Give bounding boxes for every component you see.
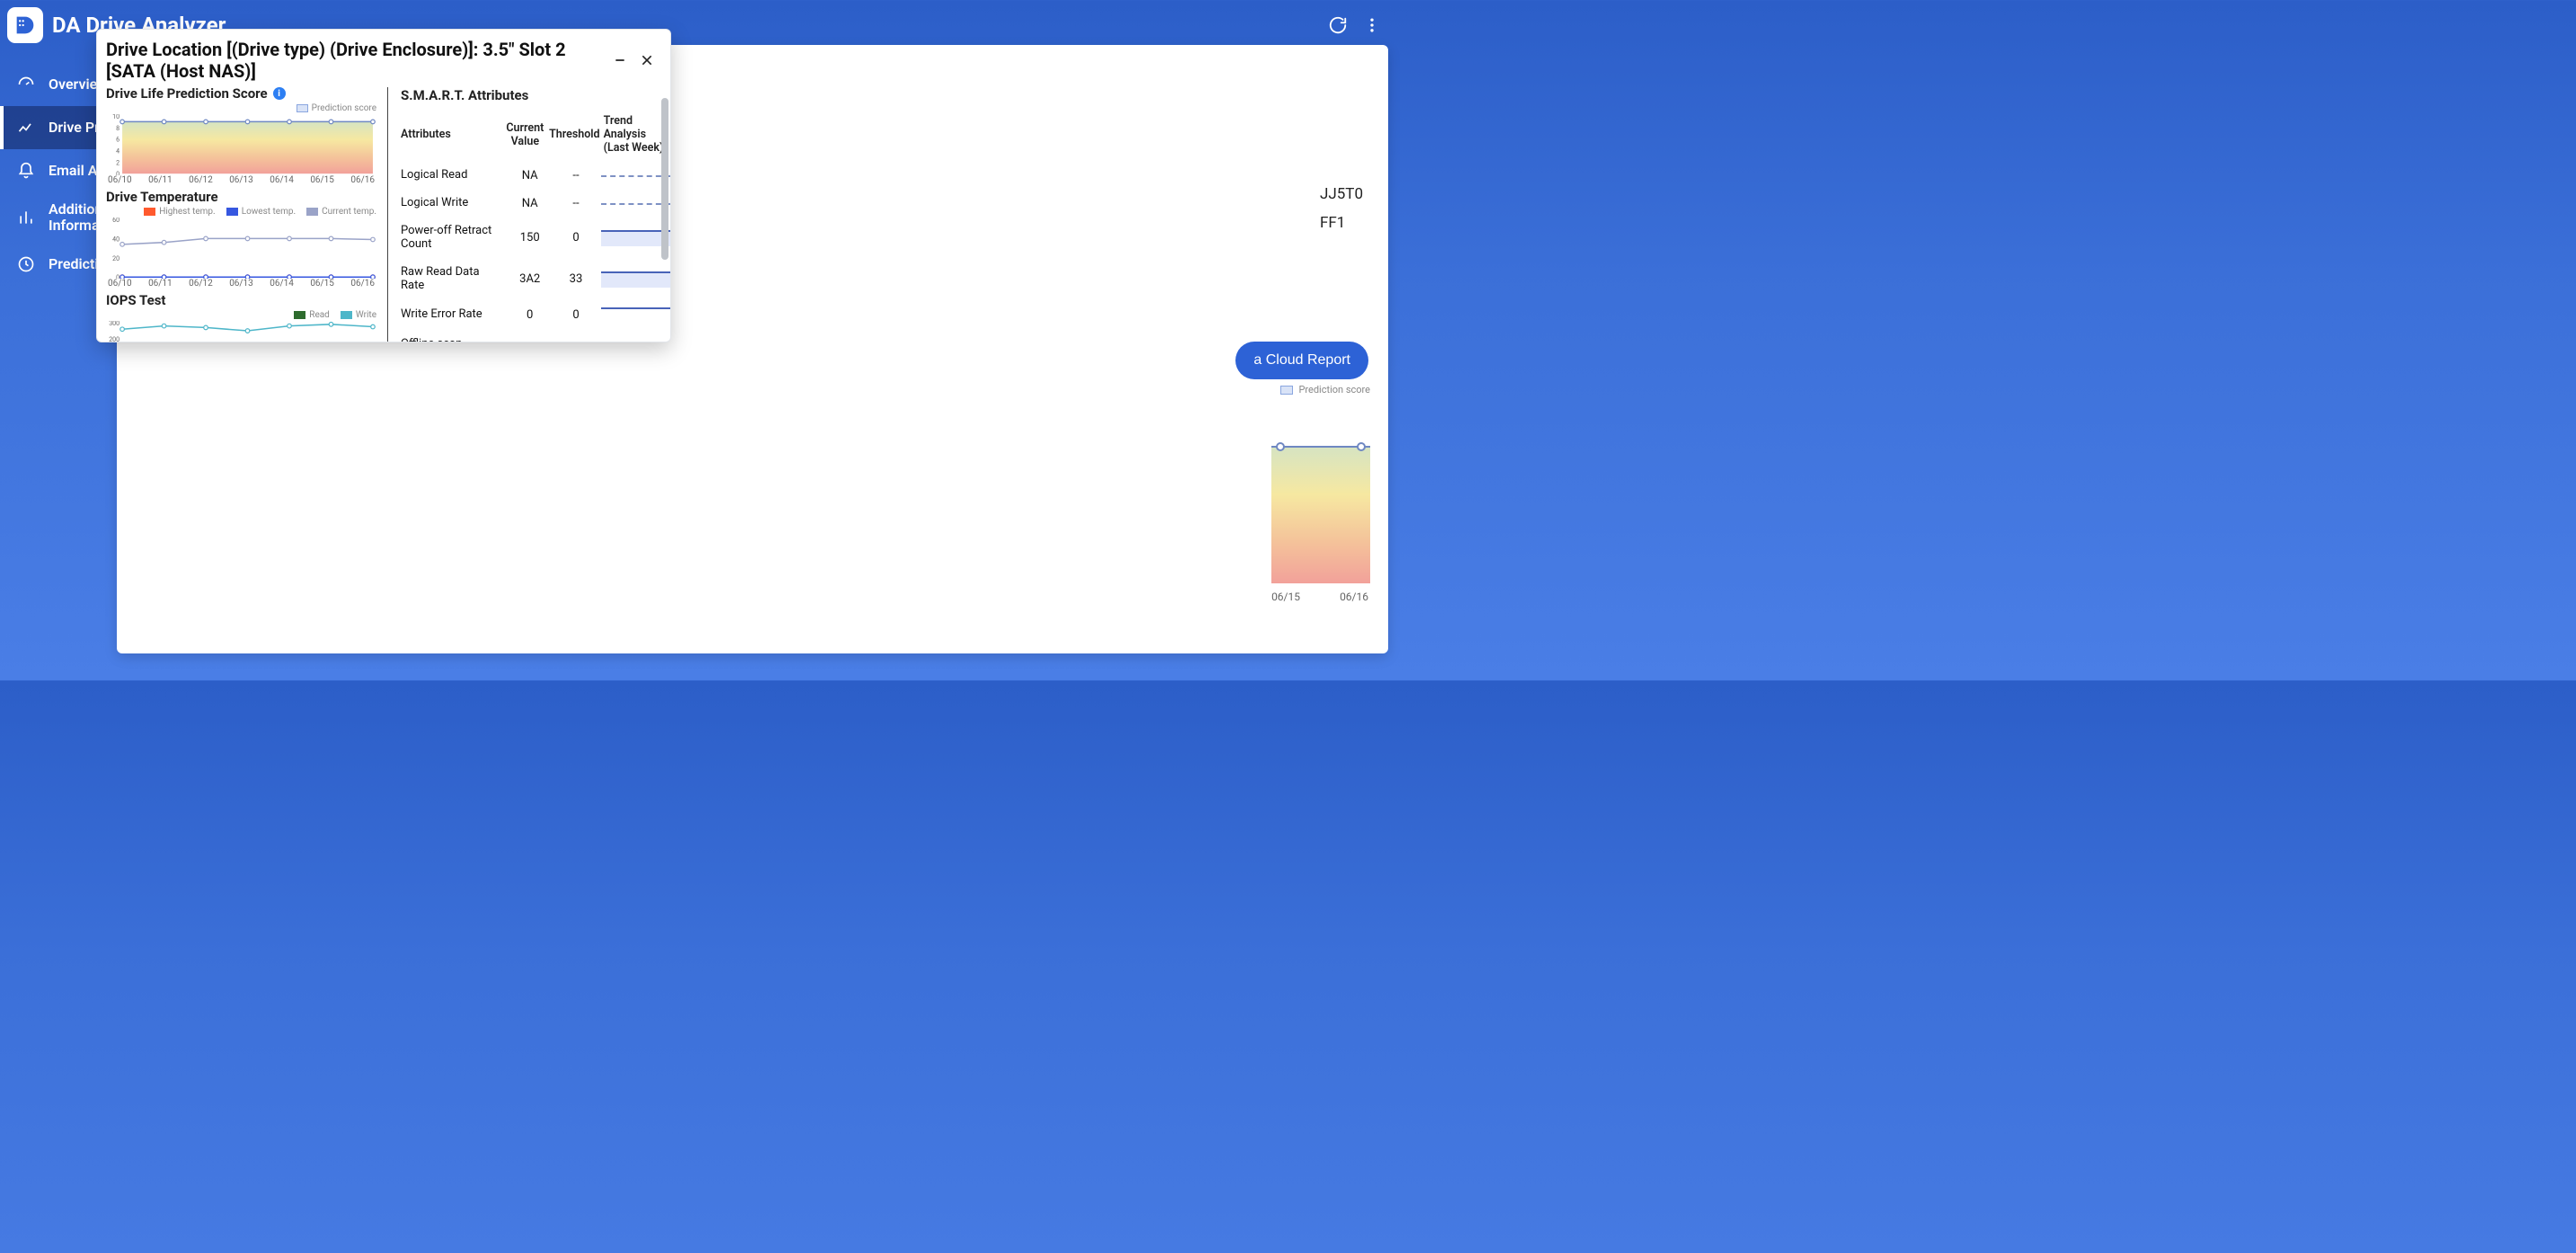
smart-trend: [601, 271, 670, 288]
smart-current: 3A2: [509, 272, 551, 286]
bg-chart-legend: Prediction score: [1280, 384, 1370, 395]
prediction-chart-title: Drive Life Prediction Score: [106, 85, 268, 102]
prediction-chart-xaxis: 06/1006/1106/1206/1306/1406/1506/16: [106, 175, 376, 185]
svg-text:20: 20: [112, 254, 120, 262]
svg-text:2: 2: [116, 158, 120, 166]
svg-text:8: 8: [116, 124, 120, 132]
smart-row: Power-off Retract Count 1500: [399, 218, 670, 259]
smart-row: Raw Read Data Rate 3A233: [399, 259, 670, 300]
smart-attr: Logical Read: [401, 169, 505, 182]
smart-attr: Offline scan uncorrectable count: [401, 338, 505, 342]
smart-row: Logical Write NA--: [399, 190, 670, 218]
smart-panel: S.M.A.R.T. Attributes Attributes Current…: [392, 85, 670, 342]
smart-title: S.M.A.R.T. Attributes: [399, 85, 670, 111]
smart-table-header: Attributes Current Value Threshold Trend…: [399, 111, 670, 162]
more-vert-icon[interactable]: [1359, 13, 1385, 38]
smart-attr: Logical Write: [401, 197, 505, 210]
bg-row: JJ5T0: [1320, 180, 1363, 209]
svg-text:40: 40: [112, 235, 120, 244]
smart-trend: [601, 230, 670, 246]
smart-current: NA: [509, 169, 551, 182]
temperature-chart: Drive Temperature Highest temp. Lowest t…: [106, 189, 376, 289]
app-logo: [7, 7, 43, 43]
smart-attr: Write Error Rate: [401, 308, 505, 322]
refresh-icon[interactable]: [1325, 13, 1350, 38]
temperature-chart-canvas: 0204060: [106, 218, 376, 279]
smart-current: 0: [509, 308, 551, 322]
iops-chart: IOPS Test Read Write 0100200300: [106, 292, 376, 342]
svg-text:10: 10: [112, 114, 120, 120]
modal-left-charts: Drive Life Prediction Score i Prediction…: [97, 85, 384, 342]
info-icon[interactable]: i: [273, 87, 286, 100]
smart-threshold: --: [554, 197, 597, 210]
background-rows: JJ5T0 FF1: [1320, 180, 1363, 238]
prediction-chart-canvas: 0246810: [106, 114, 376, 175]
svg-text:6: 6: [116, 136, 120, 144]
logo-icon: [13, 13, 38, 38]
smart-row: Logical Read NA--: [399, 162, 670, 190]
bell-icon: [16, 161, 36, 181]
svg-text:4: 4: [116, 147, 120, 156]
svg-text:200: 200: [109, 336, 120, 342]
smart-row: Write Error Rate 00: [399, 300, 670, 331]
bar-chart-icon: [16, 208, 36, 227]
smart-attr: Power-off Retract Count: [401, 225, 505, 252]
modal-divider: [387, 87, 388, 342]
drive-details-modal: Drive Location [(Drive type) (Drive Encl…: [96, 29, 671, 342]
clock-icon: [16, 254, 36, 274]
bg-row: FF1: [1320, 209, 1363, 237]
modal-titlebar: Drive Location [(Drive type) (Drive Encl…: [97, 30, 670, 85]
smart-trend: [601, 307, 670, 324]
smart-trend: [601, 203, 670, 205]
gauge-icon: [16, 75, 36, 94]
close-icon[interactable]: [636, 49, 658, 71]
smart-threshold: --: [554, 169, 597, 182]
smart-table-body[interactable]: Logical ReadNA--Logical WriteNA--Power-o…: [399, 162, 670, 342]
smart-attr: Raw Read Data Rate: [401, 266, 505, 293]
smart-current: 150: [509, 231, 551, 244]
background-prediction-chart: Prediction score 06/15 06/16: [1191, 384, 1370, 609]
svg-text:300: 300: [109, 321, 120, 327]
modal-title: Drive Location [(Drive type) (Drive Encl…: [106, 39, 604, 82]
smart-current: NA: [509, 197, 551, 210]
minimize-icon[interactable]: [609, 49, 631, 71]
smart-threshold: 0: [554, 231, 597, 244]
line-chart-icon: [16, 118, 36, 138]
smart-row: Offline scan uncorrectable count00: [399, 331, 670, 342]
smart-trend: [601, 175, 670, 177]
iops-chart-canvas: 0100200300: [106, 321, 376, 342]
smart-threshold: 33: [554, 272, 597, 286]
cloud-report-button[interactable]: a Cloud Report: [1235, 342, 1368, 379]
svg-text:60: 60: [112, 218, 120, 224]
temperature-chart-xaxis: 06/1006/1106/1206/1306/1406/1506/16: [106, 279, 376, 289]
smart-threshold: 0: [554, 308, 597, 322]
smart-scrollbar[interactable]: [661, 98, 668, 260]
prediction-chart: Drive Life Prediction Score i Prediction…: [106, 85, 376, 185]
